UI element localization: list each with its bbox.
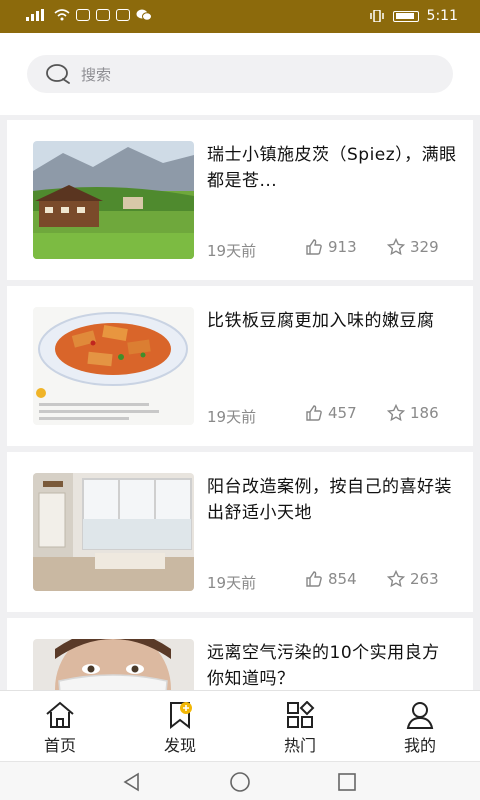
star-icon	[387, 570, 405, 588]
face-mask-image	[33, 639, 194, 690]
home-icon	[46, 701, 74, 728]
article-meta: 19天前 854 263	[207, 570, 447, 592]
search-area: 搜索	[0, 33, 480, 115]
article-meta: 19天前 913 329	[207, 238, 447, 260]
article-title[interactable]: 比铁板豆腐更加入味的嫩豆腐	[207, 308, 457, 334]
tab-profile-label: 我的	[403, 736, 436, 755]
recents-icon[interactable]	[337, 772, 357, 792]
article-age: 19天前	[207, 574, 257, 592]
article-title[interactable]: 阳台改造案例，按自己的喜好装出舒适小天地	[207, 474, 457, 526]
article-meta: 19天前 457 186	[207, 404, 447, 426]
favorite-count: 329	[410, 238, 439, 256]
status-left-icons	[26, 9, 152, 21]
signal-icon	[26, 9, 44, 21]
tab-popular[interactable]: 热门	[240, 691, 360, 762]
status-time: 5:11	[426, 8, 458, 24]
like-button[interactable]: 913	[305, 238, 357, 256]
system-nav-bar	[0, 761, 480, 800]
favorite-count: 263	[410, 570, 439, 588]
article-card[interactable]: 瑞士小镇施皮茨（Spiez），满眼都是苍... 19天前 913 329	[7, 120, 473, 280]
balcony-room-image	[33, 473, 194, 591]
like-button[interactable]: 457	[305, 404, 357, 422]
article-title[interactable]: 远离空气污染的10个实用良方 你知道吗？	[207, 640, 457, 690]
tab-popular-label: 热门	[283, 736, 316, 755]
article-age: 19天前	[207, 242, 257, 260]
tab-profile[interactable]: 我的	[360, 691, 480, 762]
like-count: 854	[328, 570, 357, 588]
search-icon	[46, 64, 70, 84]
article-card[interactable]: 阳台改造案例，按自己的喜好装出舒适小天地 19天前 854 263	[7, 452, 473, 612]
tab-discover-label: 发现	[163, 736, 196, 755]
home-circle-icon[interactable]	[229, 772, 251, 794]
favorite-count: 186	[410, 404, 439, 422]
village-landscape-image	[33, 141, 194, 259]
discover-bookmark-icon	[170, 702, 192, 729]
search-placeholder: 搜索	[81, 65, 112, 84]
tofu-dish-image	[33, 307, 194, 425]
tab-discover[interactable]: 发现	[120, 691, 240, 762]
article-title[interactable]: 瑞士小镇施皮茨（Spiez），满眼都是苍...	[207, 142, 457, 194]
article-age: 19天前	[207, 408, 257, 426]
tab-home[interactable]: 首页	[0, 691, 120, 762]
notification-icon	[76, 9, 90, 21]
app-notification-icon	[96, 9, 110, 21]
status-right: 5:11	[369, 8, 458, 24]
battery-icon	[392, 10, 419, 22]
thumbs-up-icon	[306, 405, 322, 421]
article-card[interactable]: 远离空气污染的10个实用良方 你知道吗？	[7, 618, 473, 690]
gallery-notification-icon	[116, 9, 130, 21]
favorite-button[interactable]: 186	[387, 404, 439, 422]
favorite-button[interactable]: 263	[387, 570, 439, 588]
tab-home-label: 首页	[43, 736, 76, 755]
bottom-tab-bar: 首页 发现 热门 我的	[0, 690, 480, 761]
star-icon	[387, 404, 405, 422]
thumbs-up-icon	[306, 571, 322, 587]
vibrate-icon	[369, 10, 384, 22]
star-icon	[387, 238, 405, 256]
popular-grid-icon	[287, 701, 315, 728]
thumbs-up-icon	[306, 239, 322, 255]
status-bar: 5:11	[0, 0, 480, 33]
search-input[interactable]: 搜索	[27, 55, 453, 93]
wifi-icon	[54, 9, 70, 21]
article-card[interactable]: 比铁板豆腐更加入味的嫩豆腐 19天前 457 186	[7, 286, 473, 446]
wechat-icon	[136, 9, 152, 21]
like-count: 457	[328, 404, 357, 422]
back-icon[interactable]	[122, 772, 142, 792]
profile-icon	[406, 702, 434, 729]
like-count: 913	[328, 238, 357, 256]
article-feed[interactable]: 瑞士小镇施皮茨（Spiez），满眼都是苍... 19天前 913 329 比铁板…	[0, 115, 480, 690]
favorite-button[interactable]: 329	[387, 238, 439, 256]
like-button[interactable]: 854	[305, 570, 357, 588]
